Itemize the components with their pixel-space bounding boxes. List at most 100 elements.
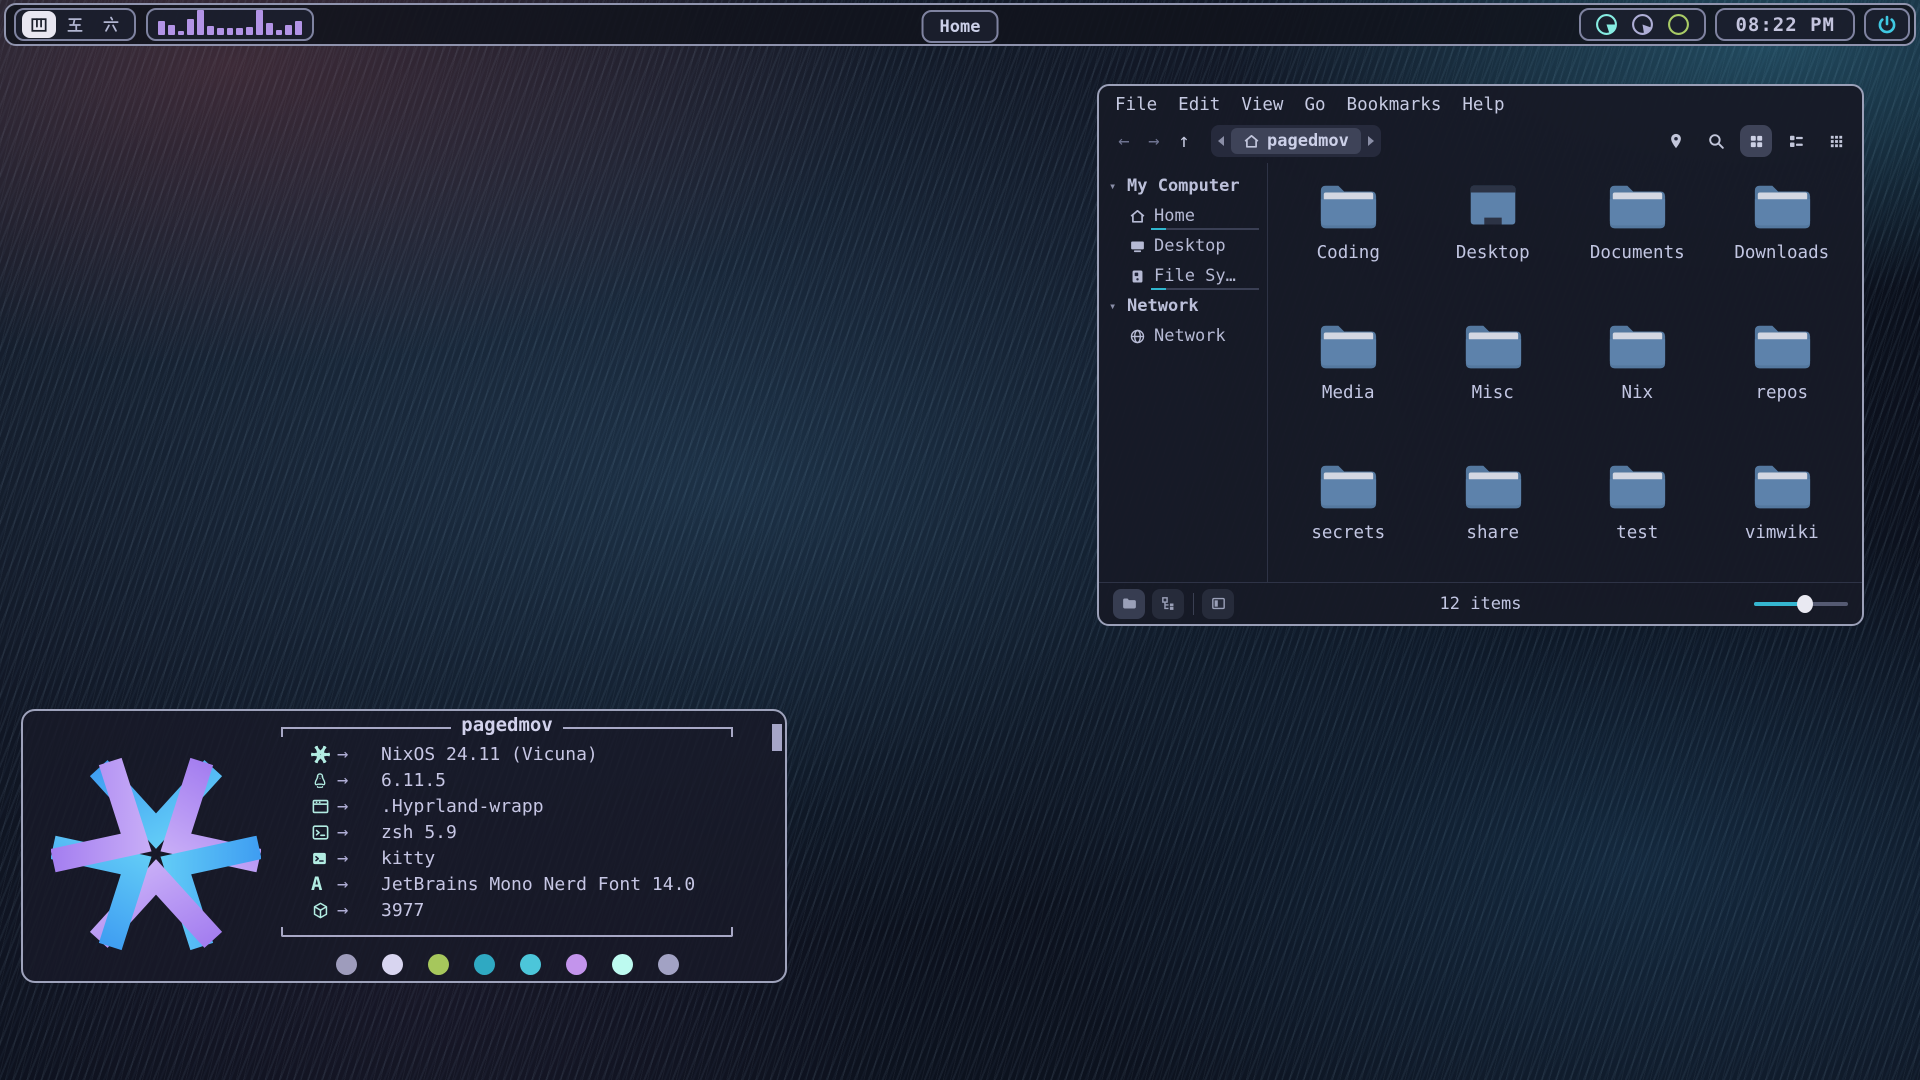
sidebar-item-filesystem[interactable]: File Sy… <box>1109 261 1261 291</box>
gauge-lavender-icon[interactable] <box>1631 13 1654 36</box>
folder-icon <box>1462 321 1524 373</box>
desktop-icon <box>1129 238 1146 255</box>
shell-value: zsh 5.9 <box>381 822 457 843</box>
item-count-label: 12 items <box>1440 594 1522 614</box>
sidebar-section-network[interactable]: ▾ Network <box>1109 291 1261 321</box>
file-item-downloads[interactable]: Downloads <box>1710 181 1855 321</box>
visualizer-bar <box>158 21 165 35</box>
gauge-cyan-icon[interactable] <box>1595 13 1618 36</box>
menu-go[interactable]: Go <box>1304 95 1325 115</box>
path-scroll-right-icon[interactable] <box>1365 134 1377 148</box>
file-item-nix[interactable]: Nix <box>1565 321 1710 461</box>
palette-dot <box>658 954 679 975</box>
file-item-secrets[interactable]: secrets <box>1276 461 1421 601</box>
menu-edit[interactable]: Edit <box>1178 95 1220 115</box>
visualizer-bar <box>295 21 302 35</box>
menu-view[interactable]: View <box>1241 95 1283 115</box>
workspace-4-button[interactable] <box>22 11 56 38</box>
palette-dot <box>382 954 403 975</box>
font-value: JetBrains Mono Nerd Font 14.0 <box>381 874 695 895</box>
view-list-button[interactable] <box>1780 125 1812 157</box>
nixos-logo <box>51 749 261 959</box>
visualizer-bar <box>285 25 292 35</box>
forward-button[interactable]: → <box>1139 130 1169 152</box>
search-button[interactable] <box>1700 125 1732 157</box>
visualizer-bar <box>236 28 243 35</box>
visualizer-bar <box>256 10 263 35</box>
show-places-button[interactable] <box>1113 589 1145 619</box>
up-button[interactable]: ↑ <box>1169 130 1199 152</box>
back-button[interactable]: ← <box>1109 130 1139 152</box>
sidebar-item-network[interactable]: Network <box>1109 321 1261 351</box>
file-item-share[interactable]: share <box>1421 461 1566 601</box>
palette-dot <box>566 954 587 975</box>
folder-icon <box>1462 461 1524 513</box>
menu-help[interactable]: Help <box>1462 95 1504 115</box>
sidebar-item-label: File Sy… <box>1154 266 1236 286</box>
file-item-test[interactable]: test <box>1565 461 1710 601</box>
palette-dot <box>520 954 541 975</box>
sidebar-item-desktop[interactable]: Desktop <box>1109 231 1261 261</box>
file-item-vimwiki[interactable]: vimwiki <box>1710 461 1855 601</box>
folder-grid: Coding Desktop Documents Downloads Media… <box>1268 163 1862 582</box>
tray-area: 08:22 PM <box>1579 8 1910 41</box>
palette-dot <box>612 954 633 975</box>
workspace-6-glyph <box>101 15 121 35</box>
places-sidebar: ▾ My Computer Home Desktop <box>1099 163 1267 582</box>
terminal-window[interactable]: pagedmov → NixOS 24.11 (Vicuna) → 6.11.5 <box>21 709 787 983</box>
packages-icon <box>311 901 330 920</box>
file-item-desktop[interactable]: Desktop <box>1421 181 1566 321</box>
view-compact-button[interactable] <box>1820 125 1852 157</box>
file-item-media[interactable]: Media <box>1276 321 1421 461</box>
folder-icon <box>1606 321 1668 373</box>
sidebar-item-home[interactable]: Home <box>1109 201 1261 231</box>
statusbar-divider <box>1193 593 1194 615</box>
breadcrumb-label: pagedmov <box>1267 131 1349 151</box>
visualizer-bar <box>168 25 175 35</box>
workspace-6-button[interactable] <box>94 11 128 38</box>
kernel-value: 6.11.5 <box>381 770 446 791</box>
top-bar: Home 08:22 PM <box>4 3 1916 46</box>
power-button[interactable] <box>1864 8 1910 41</box>
search-icon <box>1707 132 1726 151</box>
visualizer-bar <box>187 19 194 35</box>
show-tree-button[interactable] <box>1152 589 1184 619</box>
tool-bar: ← → ↑ pagedmov <box>1099 119 1862 163</box>
collapse-triangle-icon[interactable]: ▾ <box>1109 299 1119 313</box>
arrow-glyph: → <box>337 821 381 843</box>
sidebar-section-my-computer[interactable]: ▾ My Computer <box>1109 171 1261 201</box>
fetch-row-shell: → zsh 5.9 <box>311 819 733 845</box>
file-item-label: Nix <box>1621 383 1653 403</box>
collapse-triangle-icon[interactable]: ▾ <box>1109 179 1119 193</box>
file-item-documents[interactable]: Documents <box>1565 181 1710 321</box>
menu-file[interactable]: File <box>1115 95 1157 115</box>
gauge-green-icon[interactable] <box>1667 13 1690 36</box>
folder-icon <box>1317 461 1379 513</box>
file-item-coding[interactable]: Coding <box>1276 181 1421 321</box>
file-item-misc[interactable]: Misc <box>1421 321 1566 461</box>
toggle-sidebar-button[interactable] <box>1202 589 1234 619</box>
file-item-repos[interactable]: repos <box>1710 321 1855 461</box>
terminal-icon <box>311 850 328 867</box>
grid-view-icon <box>1748 133 1765 150</box>
path-scroll-left-icon[interactable] <box>1215 134 1227 148</box>
folder-icon <box>1751 181 1813 233</box>
workspace-4-glyph <box>29 15 49 35</box>
zoom-slider[interactable] <box>1754 594 1848 614</box>
palette-dot <box>336 954 357 975</box>
location-pin-button[interactable] <box>1660 125 1692 157</box>
workspace-5-button[interactable] <box>58 11 92 38</box>
system-gauges <box>1579 8 1706 41</box>
folder-icon <box>1121 595 1138 612</box>
arrow-glyph: → <box>337 899 381 921</box>
kernel-tux-icon <box>311 771 329 790</box>
breadcrumb-home[interactable]: pagedmov <box>1231 128 1361 154</box>
clock-pill: 08:22 PM <box>1715 8 1855 41</box>
view-grid-button[interactable] <box>1740 125 1772 157</box>
desktop-folder-icon <box>1462 181 1524 233</box>
visualizer-bar <box>207 26 214 35</box>
path-bar: pagedmov <box>1211 125 1381 157</box>
menu-bookmarks[interactable]: Bookmarks <box>1347 95 1442 115</box>
fetch-box-top-border: pagedmov <box>281 727 733 737</box>
slider-knob[interactable] <box>1797 595 1813 613</box>
